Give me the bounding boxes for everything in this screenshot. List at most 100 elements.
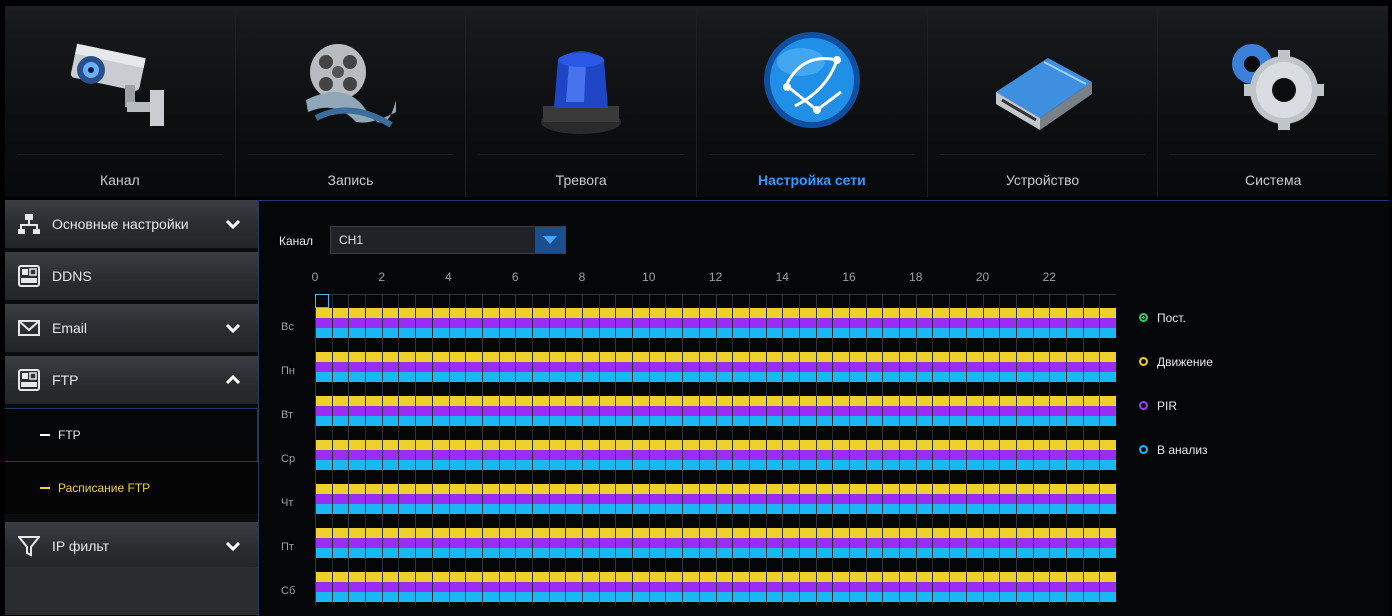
sidebar-item-label: FTP: [52, 372, 79, 388]
dash-icon: [40, 434, 50, 436]
legend-label: Движение: [1157, 355, 1213, 369]
day-label: Ср: [281, 453, 296, 465]
legend-label: Пост.: [1157, 311, 1186, 325]
analysis-stripe: [315, 328, 1116, 338]
hour-label: 18: [909, 270, 923, 284]
tab-system[interactable]: Система: [1158, 6, 1388, 197]
legend-label: PIR: [1157, 399, 1178, 413]
pir-stripe: [315, 538, 1116, 548]
envelope-icon: [18, 320, 40, 336]
schedule-row[interactable]: [315, 396, 1116, 427]
schedule-grid[interactable]: [315, 294, 1116, 605]
motion-stripe: [315, 484, 1116, 494]
pir-stripe: [315, 318, 1116, 328]
tab-record[interactable]: Запись: [236, 6, 467, 197]
tab-label: Запись: [327, 172, 374, 188]
motion-stripe: [315, 528, 1116, 538]
day-label: Вс: [281, 321, 294, 333]
sidebar-item-label: IP фильт: [52, 538, 109, 554]
hour-label: 6: [511, 270, 519, 284]
tab-label: Устройство: [1005, 172, 1080, 188]
pir-stripe: [315, 582, 1116, 592]
legend-item: PIR: [1139, 399, 1213, 443]
motion-stripe: [315, 308, 1116, 318]
hour-label: 8: [578, 270, 586, 284]
submenu-label: Расписание FTP: [58, 481, 151, 495]
submenu-label: FTP: [58, 428, 81, 442]
sidebar-item-label: Email: [52, 320, 88, 336]
tab-alarm[interactable]: Тревога: [466, 6, 698, 197]
motion-stripe: [315, 352, 1116, 362]
sidebar-item-label: DDNS: [52, 268, 92, 284]
chevron-down-icon: [226, 541, 240, 551]
analysis-stripe: [315, 548, 1116, 558]
schedule-row[interactable]: [315, 484, 1116, 515]
gears-icon: [1232, 44, 1325, 130]
analysis-stripe: [315, 416, 1116, 426]
analysis-stripe: [315, 372, 1116, 382]
sidebar-item-basic-settings[interactable]: Основные настройки: [5, 200, 258, 248]
day-label: Сб: [281, 585, 296, 597]
schedule-row[interactable]: [315, 308, 1116, 339]
camera-icon: [70, 43, 164, 126]
hour-label: 0: [311, 270, 319, 284]
hour-label: 14: [775, 270, 789, 284]
analysis-stripe: [315, 504, 1116, 514]
tab-label: Тревога: [555, 172, 607, 188]
day-label: Пн: [281, 365, 295, 377]
schedule-row[interactable]: [315, 528, 1116, 559]
motion-stripe: [315, 572, 1116, 582]
sidebar: Основные настройки DDNS Email FTP FTP Ра…: [5, 200, 258, 615]
ddns-icon: [18, 265, 40, 287]
chevron-up-icon: [226, 375, 240, 385]
tab-label: Система: [1245, 172, 1302, 188]
chevron-down-icon[interactable]: [535, 227, 565, 253]
analysis-stripe: [315, 460, 1116, 470]
chevron-down-icon: [226, 219, 240, 229]
schedule-row[interactable]: [315, 440, 1116, 471]
ftp-schedule-panel: Канал CH1 0 2 4 6 8 10 12 14 16 18 20 22 Вс Пн Вт Ср Чт…: [258, 200, 1389, 616]
day-label: Пт: [281, 541, 294, 553]
motion-stripe: [315, 440, 1116, 450]
hard-drive-icon: [995, 58, 1092, 130]
sidebar-item-email[interactable]: Email: [5, 304, 258, 352]
sidebar-item-label: Основные настройки: [52, 216, 189, 232]
legend: Пост. Движение PIR В анализ: [1139, 311, 1213, 487]
schedule-row[interactable]: [315, 572, 1116, 603]
hour-label: 20: [975, 270, 990, 284]
sidebar-item-ftp[interactable]: FTP: [5, 356, 258, 404]
channel-select[interactable]: CH1: [330, 226, 566, 254]
hour-label: 12: [708, 270, 723, 284]
motion-stripe: [315, 396, 1116, 406]
tab-label: Канал: [100, 172, 140, 188]
selection-cursor: [315, 294, 329, 308]
pir-stripe: [315, 362, 1116, 372]
legend-label: В анализ: [1157, 443, 1208, 457]
tab-network[interactable]: Настройка сети: [697, 6, 928, 197]
globe-network-icon: [763, 32, 860, 128]
day-label: Вт: [281, 409, 294, 421]
dash-icon: [40, 487, 50, 489]
pir-stripe: [315, 450, 1116, 460]
tab-device[interactable]: Устройство: [928, 6, 1159, 197]
analysis-stripe: [315, 592, 1116, 602]
legend-item: В анализ: [1139, 443, 1213, 487]
channel-select-value: CH1: [339, 233, 364, 247]
tab-channel[interactable]: Канал: [5, 6, 236, 197]
schedule-row[interactable]: [315, 352, 1116, 383]
alarm-light-icon: [541, 51, 622, 134]
hour-label: 16: [842, 270, 856, 284]
channel-label: Канал: [279, 234, 313, 248]
sidebar-subitem-ftp[interactable]: FTP: [5, 408, 258, 462]
sidebar-item-ip-filter[interactable]: IP фильт: [5, 522, 258, 570]
film-reel-icon: [305, 44, 396, 128]
hour-label: 10: [642, 270, 656, 284]
sidebar-subitem-ftp-schedule[interactable]: Расписание FTP: [5, 462, 258, 514]
pir-stripe: [315, 406, 1116, 416]
chevron-down-icon: [226, 323, 240, 333]
sidebar-item-ddns[interactable]: DDNS: [5, 252, 258, 300]
legend-dot-icon: [1139, 445, 1148, 454]
sidebar-filler: [5, 567, 258, 615]
legend-item: Движение: [1139, 355, 1213, 399]
hour-label: 4: [445, 270, 452, 284]
